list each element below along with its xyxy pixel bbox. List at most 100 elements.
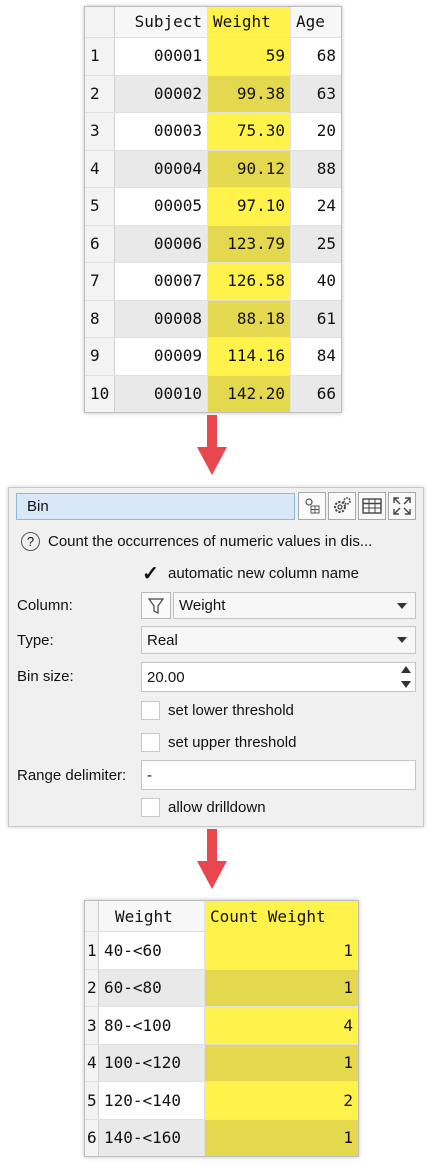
row-index[interactable]: 2 xyxy=(85,969,99,1006)
table-row[interactable]: 3 80-<100 4 xyxy=(85,1006,358,1044)
upper-threshold-checkbox[interactable] xyxy=(141,733,160,752)
table-row[interactable]: 4 100-<120 1 xyxy=(85,1043,358,1081)
table-row[interactable]: 2 60-<80 1 xyxy=(85,968,358,1006)
table-view-button[interactable] xyxy=(358,492,386,520)
cell-subject[interactable]: 00004 xyxy=(115,150,208,187)
row-index[interactable]: 3 xyxy=(85,1007,99,1044)
transform-title-field[interactable]: Bin xyxy=(16,493,295,520)
cell-age[interactable]: 63 xyxy=(290,75,341,112)
drilldown-checkbox[interactable] xyxy=(141,798,160,817)
cell-subject[interactable]: 00009 xyxy=(115,338,208,375)
column-header-weight-bin[interactable]: Weight xyxy=(99,901,205,931)
column-filter-button[interactable] xyxy=(141,592,171,619)
help-icon[interactable]: ? xyxy=(21,532,40,551)
cell-weight-bin[interactable]: 100-<120 xyxy=(99,1044,205,1081)
row-index[interactable]: 1 xyxy=(85,38,115,75)
row-index[interactable]: 8 xyxy=(85,300,115,337)
cell-subject[interactable]: 00003 xyxy=(115,113,208,150)
cell-weight-bin[interactable]: 140-<160 xyxy=(99,1119,205,1156)
auto-column-name-checkbox[interactable]: ✓ xyxy=(141,564,160,584)
row-index[interactable]: 5 xyxy=(85,1082,99,1119)
cell-age[interactable]: 88 xyxy=(290,150,341,187)
cell-weight-bin[interactable]: 80-<100 xyxy=(99,1007,205,1044)
cell-subject[interactable]: 00002 xyxy=(115,75,208,112)
column-header-age[interactable]: Age xyxy=(290,7,341,37)
cell-count-weight[interactable]: 1 xyxy=(205,932,358,969)
cell-subject[interactable]: 00008 xyxy=(115,300,208,337)
cell-weight[interactable]: 126.58 xyxy=(208,263,290,300)
cell-count-weight[interactable]: 1 xyxy=(205,1044,358,1081)
cell-weight[interactable]: 97.10 xyxy=(208,188,290,225)
row-index[interactable]: 6 xyxy=(85,1119,99,1156)
cell-age[interactable]: 68 xyxy=(290,38,341,75)
row-index[interactable]: 2 xyxy=(85,75,115,112)
row-index[interactable]: 5 xyxy=(85,188,115,225)
cell-weight[interactable]: 75.30 xyxy=(208,113,290,150)
cell-weight[interactable]: 114.16 xyxy=(208,338,290,375)
column-header-weight[interactable]: Weight xyxy=(208,7,290,37)
cell-age[interactable]: 66 xyxy=(290,375,341,412)
table-header: Subject Weight Age xyxy=(85,7,341,38)
cell-subject[interactable]: 00005 xyxy=(115,188,208,225)
table-row[interactable]: 6 140-<160 1 xyxy=(85,1118,358,1156)
cell-weight-bin[interactable]: 40-<60 xyxy=(99,932,205,969)
bin-size-spinbox[interactable]: 20.00 xyxy=(141,662,416,692)
column-select-button[interactable] xyxy=(298,492,326,520)
column-header-count-weight[interactable]: Count Weight xyxy=(205,901,358,931)
table-row[interactable]: 1 00001 59 68 xyxy=(85,37,341,75)
cell-count-weight[interactable]: 1 xyxy=(205,969,358,1006)
type-select[interactable]: Real xyxy=(141,626,416,654)
cell-subject[interactable]: 00001 xyxy=(115,38,208,75)
auto-column-name-label: automatic new column name xyxy=(168,565,359,582)
column-header-subject[interactable]: Subject xyxy=(115,7,208,37)
table-row[interactable]: 10 00010 142.20 66 xyxy=(85,374,341,412)
cell-subject[interactable]: 00010 xyxy=(115,375,208,412)
cell-count-weight[interactable]: 4 xyxy=(205,1007,358,1044)
column-select[interactable]: Weight xyxy=(173,592,416,619)
row-index[interactable]: 1 xyxy=(85,932,99,969)
range-delimiter-input[interactable]: - xyxy=(141,760,416,790)
cell-count-weight[interactable]: 1 xyxy=(205,1119,358,1156)
table-row[interactable]: 9 00009 114.16 84 xyxy=(85,337,341,375)
row-index[interactable]: 4 xyxy=(85,1044,99,1081)
type-select-value: Real xyxy=(147,631,178,649)
cell-weight[interactable]: 99.38 xyxy=(208,75,290,112)
cell-weight[interactable]: 59 xyxy=(208,38,290,75)
row-index[interactable]: 9 xyxy=(85,338,115,375)
lower-threshold-checkbox[interactable] xyxy=(141,701,160,720)
spin-down-icon[interactable] xyxy=(401,681,411,689)
table-row[interactable]: 2 00002 99.38 63 xyxy=(85,74,341,112)
row-index[interactable]: 3 xyxy=(85,113,115,150)
cell-age[interactable]: 61 xyxy=(290,300,341,337)
upper-threshold-row: set upper threshold xyxy=(141,733,296,752)
table-row[interactable]: 4 00004 90.12 88 xyxy=(85,149,341,187)
cell-subject[interactable]: 00006 xyxy=(115,225,208,262)
table-row[interactable]: 1 40-<60 1 xyxy=(85,931,358,969)
cell-weight[interactable]: 142.20 xyxy=(208,375,290,412)
row-index[interactable]: 4 xyxy=(85,150,115,187)
table-row[interactable]: 5 120-<140 2 xyxy=(85,1081,358,1119)
cell-count-weight[interactable]: 2 xyxy=(205,1082,358,1119)
row-index[interactable]: 7 xyxy=(85,263,115,300)
table-row[interactable]: 6 00006 123.79 25 xyxy=(85,224,341,262)
cell-age[interactable]: 40 xyxy=(290,263,341,300)
cell-weight-bin[interactable]: 60-<80 xyxy=(99,969,205,1006)
row-index[interactable]: 10 xyxy=(85,375,115,412)
table-row[interactable]: 5 00005 97.10 24 xyxy=(85,187,341,225)
table-row[interactable]: 7 00007 126.58 40 xyxy=(85,262,341,300)
cell-weight[interactable]: 88.18 xyxy=(208,300,290,337)
cell-age[interactable]: 25 xyxy=(290,225,341,262)
maximize-button[interactable] xyxy=(388,492,416,520)
cell-age[interactable]: 24 xyxy=(290,188,341,225)
cell-weight[interactable]: 123.79 xyxy=(208,225,290,262)
cell-weight[interactable]: 90.12 xyxy=(208,150,290,187)
spin-up-icon[interactable] xyxy=(401,665,411,673)
cell-age[interactable]: 84 xyxy=(290,338,341,375)
row-index[interactable]: 6 xyxy=(85,225,115,262)
cell-subject[interactable]: 00007 xyxy=(115,263,208,300)
cell-age[interactable]: 20 xyxy=(290,113,341,150)
table-row[interactable]: 3 00003 75.30 20 xyxy=(85,112,341,150)
table-row[interactable]: 8 00008 88.18 61 xyxy=(85,299,341,337)
cell-weight-bin[interactable]: 120-<140 xyxy=(99,1082,205,1119)
settings-button[interactable] xyxy=(328,492,356,520)
